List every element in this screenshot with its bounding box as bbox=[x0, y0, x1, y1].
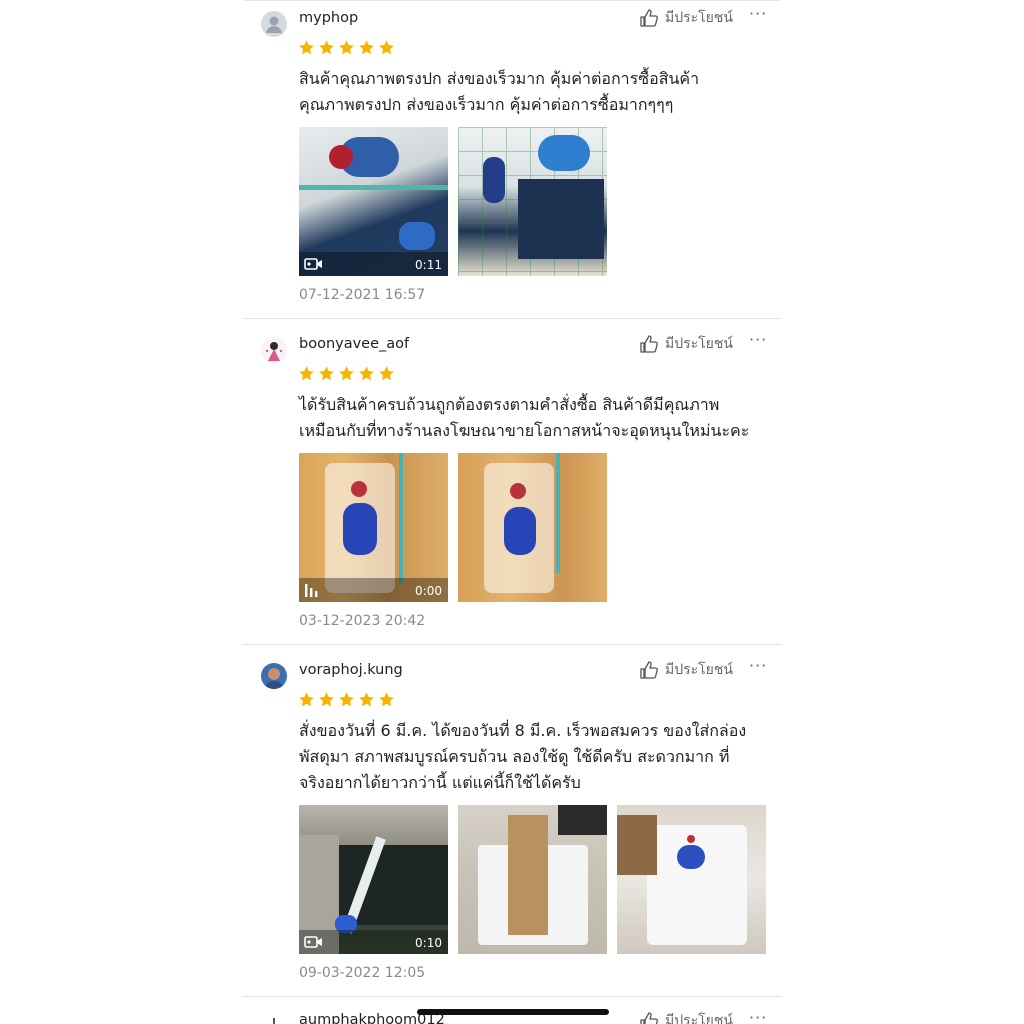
review-card: myphop มีประโยชน์ ··· สินค้าคุณภาพตรงปก … bbox=[243, 0, 781, 319]
default-user-icon bbox=[266, 16, 282, 33]
star-icon bbox=[339, 366, 354, 381]
rating-stars bbox=[298, 691, 395, 708]
helpful-button[interactable]: มีประโยชน์ bbox=[639, 333, 733, 355]
more-options-button[interactable]: ··· bbox=[749, 656, 767, 675]
star-icon bbox=[379, 366, 394, 381]
helpful-label: มีประโยชน์ bbox=[665, 10, 733, 26]
divider bbox=[243, 996, 781, 997]
thumbs-up-icon bbox=[640, 661, 658, 679]
star-icon bbox=[299, 40, 314, 55]
video-camera-icon bbox=[304, 936, 322, 948]
review-username[interactable]: myphop bbox=[299, 10, 358, 26]
star-icon bbox=[339, 692, 354, 707]
review-text: สั่งของวันที่ 6 มี.ค. ได้ของวันที่ 8 มี.… bbox=[299, 721, 747, 792]
review-username[interactable]: boonyavee_aof bbox=[299, 336, 409, 352]
avatar[interactable] bbox=[261, 11, 287, 37]
thumbs-up-icon bbox=[640, 1012, 658, 1024]
thumbs-up-icon bbox=[640, 335, 658, 353]
star-icon bbox=[379, 40, 394, 55]
star-icon bbox=[359, 40, 374, 55]
more-options-button[interactable]: ··· bbox=[749, 1008, 767, 1024]
rating-stars bbox=[298, 39, 395, 56]
review-video-thumbnail[interactable]: 0:11 bbox=[299, 127, 448, 276]
video-duration: 0:00 bbox=[415, 584, 442, 598]
star-icon bbox=[319, 692, 334, 707]
star-icon bbox=[299, 366, 314, 381]
more-options-button[interactable]: ··· bbox=[749, 330, 767, 349]
video-duration: 0:11 bbox=[415, 258, 442, 272]
review-text: สินค้าคุณภาพตรงปก ส่งของเร็วมาก คุ้มค่าต… bbox=[299, 69, 700, 114]
home-indicator[interactable] bbox=[417, 1009, 609, 1015]
user-avatar-image bbox=[273, 1018, 275, 1024]
star-icon bbox=[359, 366, 374, 381]
star-icon bbox=[339, 40, 354, 55]
helpful-label: มีประโยชน์ bbox=[665, 662, 733, 678]
review-photo[interactable] bbox=[458, 453, 607, 602]
more-options-button[interactable]: ··· bbox=[749, 4, 767, 23]
review-text: ได้รับสินค้าครบถ้วนถูกต้องตรงตามคำสั่งซื… bbox=[299, 395, 750, 440]
star-icon bbox=[319, 366, 334, 381]
helpful-label: มีประโยชน์ bbox=[665, 336, 733, 352]
review-video-thumbnail[interactable]: 0:10 bbox=[299, 805, 448, 954]
user-avatar-image bbox=[265, 342, 283, 361]
star-icon bbox=[359, 692, 374, 707]
review-card: voraphoj.kung มีประโยชน์ ··· สั่งของวันท… bbox=[243, 652, 781, 997]
video-duration: 0:10 bbox=[415, 936, 442, 950]
review-date: 03-12-2023 20:42 bbox=[299, 613, 426, 629]
review-photo[interactable] bbox=[458, 127, 607, 276]
review-photo[interactable] bbox=[458, 805, 607, 954]
review-username[interactable]: voraphoj.kung bbox=[299, 662, 403, 678]
review-video-thumbnail[interactable]: 0:00 bbox=[299, 453, 448, 602]
avatar[interactable] bbox=[261, 663, 287, 689]
star-icon bbox=[379, 692, 394, 707]
review-photo[interactable] bbox=[617, 805, 766, 954]
reviews-panel: myphop มีประโยชน์ ··· สินค้าคุณภาพตรงปก … bbox=[243, 0, 781, 1024]
divider bbox=[243, 644, 781, 645]
review-card: boonyavee_aof มีประโยชน์ ··· ได้รับสินค้… bbox=[243, 326, 781, 645]
helpful-button[interactable]: มีประโยชน์ bbox=[639, 1010, 733, 1024]
helpful-button[interactable]: มีประโยชน์ bbox=[639, 659, 733, 681]
review-date: 07-12-2021 16:57 bbox=[299, 287, 426, 303]
video-camera-icon bbox=[304, 258, 322, 270]
review-date: 09-03-2022 12:05 bbox=[299, 965, 426, 981]
rating-stars bbox=[298, 365, 395, 382]
user-avatar-image bbox=[264, 668, 284, 689]
star-icon bbox=[299, 692, 314, 707]
helpful-button[interactable]: มีประโยชน์ bbox=[639, 7, 733, 29]
avatar[interactable] bbox=[261, 337, 287, 363]
avatar[interactable] bbox=[261, 1014, 287, 1024]
star-icon bbox=[319, 40, 334, 55]
helpful-label: มีประโยชน์ bbox=[665, 1013, 733, 1024]
thumbs-up-icon bbox=[640, 9, 658, 27]
divider bbox=[243, 318, 781, 319]
audio-bars-icon bbox=[305, 584, 318, 597]
